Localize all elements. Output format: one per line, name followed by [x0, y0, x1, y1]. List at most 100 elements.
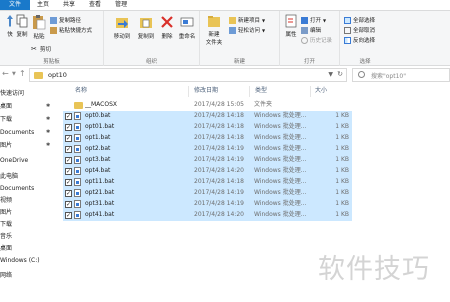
- select-none-button[interactable]: 全部取消: [344, 26, 375, 34]
- file-row[interactable]: ✓ opt1.bat 2017/4/28 14:18 Windows 批处理..…: [63, 133, 352, 144]
- copy-to-button[interactable]: 复制到: [134, 14, 158, 40]
- checkbox[interactable]: ✓: [65, 179, 72, 186]
- file-row[interactable]: ✓ opt31.bat 2017/4/28 14:19 Windows 批处理.…: [63, 199, 352, 210]
- checkbox[interactable]: ✓: [65, 113, 72, 120]
- file-row[interactable]: ✓ opt4.bat 2017/4/28 14:20 Windows 批处理..…: [63, 166, 352, 177]
- new-item-button[interactable]: 新建项目 ▼: [229, 16, 265, 24]
- checkbox[interactable]: ✓: [65, 135, 72, 142]
- copy-button[interactable]: 复制: [14, 14, 30, 38]
- rename-label: 重命名: [178, 34, 196, 40]
- batch-file-icon: [74, 134, 81, 142]
- file-size: 1 KB: [335, 112, 349, 119]
- checkbox[interactable]: ✓: [65, 168, 72, 175]
- up-arrow-icon[interactable]: ↑: [19, 69, 26, 78]
- nav-pictures[interactable]: 图片: [0, 140, 12, 151]
- batch-file-icon: [74, 189, 81, 197]
- refresh-icon[interactable]: ↻: [337, 70, 343, 78]
- select-all-button[interactable]: 全部选择: [344, 16, 375, 24]
- checkbox[interactable]: ✓: [65, 146, 72, 153]
- easy-access-icon: [229, 26, 236, 34]
- file-row[interactable]: ✓ opt41.bat 2017/4/28 14:20 Windows 批处理.…: [63, 210, 352, 221]
- checkbox[interactable]: ✓: [65, 212, 72, 219]
- paste-icon: [32, 14, 46, 30]
- invert-selection-icon: [344, 36, 351, 44]
- nav-windows-c[interactable]: Windows (C:): [0, 255, 40, 266]
- nav-videos[interactable]: 视频: [0, 195, 12, 206]
- nav-pc-pictures[interactable]: 图片: [0, 207, 12, 218]
- tab-home[interactable]: 主页: [30, 0, 56, 10]
- address-dropdown-icon[interactable]: ▼: [328, 71, 333, 78]
- open-button[interactable]: 打开 ▼: [301, 16, 326, 24]
- checkbox[interactable]: ✓: [65, 157, 72, 164]
- nav-onedrive[interactable]: OneDrive: [0, 155, 28, 166]
- copy-to-icon: [139, 14, 153, 30]
- paste-shortcut-label: 粘贴快捷方式: [59, 28, 93, 34]
- address-box[interactable]: opt10 ▼ ↻: [29, 68, 347, 82]
- nav-quick-access[interactable]: 快速访问: [0, 88, 24, 99]
- paste-label: 粘贴: [33, 34, 45, 40]
- edit-label: 编辑: [310, 28, 322, 34]
- tab-share[interactable]: 共享: [56, 0, 82, 10]
- file-date: 2017/4/28 14:18: [194, 178, 244, 185]
- tab-manage[interactable]: 管理: [108, 0, 134, 10]
- file-name: opt11.bat: [85, 178, 115, 185]
- delete-button[interactable]: 删除: [159, 14, 175, 40]
- move-to-button[interactable]: 移动到: [110, 14, 134, 40]
- nav-downloads[interactable]: 下载: [0, 114, 12, 125]
- copy-path-label: 复制路径: [59, 18, 82, 24]
- column-divider[interactable]: [249, 86, 250, 97]
- nav-network[interactable]: 网络: [0, 270, 12, 281]
- tab-file[interactable]: 文件: [0, 0, 31, 10]
- column-header-size[interactable]: 大小: [315, 84, 327, 98]
- file-row[interactable]: ✓ opt01.bat 2017/4/28 14:18 Windows 批处理.…: [63, 122, 352, 133]
- new-folder-button[interactable]: 新建 文件夹: [202, 14, 226, 46]
- batch-file-icon: [74, 156, 81, 164]
- file-row[interactable]: ✓ opt0.bat 2017/4/28 14:18 Windows 批处理..…: [63, 111, 352, 122]
- column-header-date[interactable]: 修改日期: [194, 84, 218, 98]
- batch-file-icon: [74, 123, 81, 131]
- select-all-icon: [344, 16, 351, 24]
- file-row[interactable]: ✓ opt21.bat 2017/4/28 14:19 Windows 批处理.…: [63, 188, 352, 199]
- file-row[interactable]: ✓ opt2.bat 2017/4/28 14:19 Windows 批处理..…: [63, 144, 352, 155]
- properties-button[interactable]: 属性: [283, 14, 299, 38]
- checkbox[interactable]: ✓: [65, 124, 72, 131]
- checkbox[interactable]: ✓: [65, 190, 72, 197]
- tab-view[interactable]: 查看: [82, 0, 108, 10]
- rename-button[interactable]: 重命名: [176, 14, 198, 40]
- cut-button[interactable]: ✂ 剪切: [31, 45, 51, 53]
- copy-path-button[interactable]: 复制路径: [50, 16, 81, 24]
- open-icon: [301, 16, 308, 24]
- column-header-name[interactable]: 名称: [75, 84, 87, 98]
- select-none-icon: [344, 26, 351, 34]
- edit-icon: [301, 26, 308, 34]
- nav-pc-documents[interactable]: Documents: [0, 183, 34, 194]
- file-size: 1 KB: [335, 189, 349, 196]
- history-button[interactable]: 历史记录: [301, 36, 332, 44]
- nav-documents[interactable]: Documents: [0, 127, 34, 138]
- nav-desktop[interactable]: 桌面: [0, 101, 12, 112]
- nav-pc-downloads[interactable]: 下载: [0, 219, 12, 230]
- batch-file-icon: [74, 167, 81, 175]
- checkbox[interactable]: ✓: [65, 201, 72, 208]
- copy-path-icon: [50, 16, 57, 24]
- paste-button[interactable]: 粘贴: [31, 14, 47, 40]
- nav-music[interactable]: 音乐: [0, 231, 12, 242]
- column-divider[interactable]: [188, 86, 189, 97]
- invert-selection-button[interactable]: 反向选择: [344, 36, 375, 44]
- rename-icon: [180, 14, 194, 30]
- open-dropdown-icon: ▼: [323, 17, 327, 23]
- nav-pc-desktop[interactable]: 桌面: [0, 243, 12, 254]
- search-input[interactable]: 搜索"opt10": [352, 68, 450, 82]
- column-divider[interactable]: [310, 86, 311, 97]
- column-header-type[interactable]: 类型: [255, 84, 267, 98]
- breadcrumb[interactable]: opt10: [48, 71, 67, 79]
- nav-this-pc[interactable]: 此电脑: [0, 171, 18, 182]
- edit-button[interactable]: 编辑: [301, 26, 321, 34]
- file-row[interactable]: __MACOSX 2017/4/28 15:05 文件夹: [63, 100, 352, 111]
- easy-access-button[interactable]: 轻松访问 ▼: [229, 26, 265, 34]
- back-arrow-icon[interactable]: ←: [2, 69, 9, 78]
- paste-shortcut-button[interactable]: 粘贴快捷方式: [50, 26, 92, 34]
- file-row[interactable]: ✓ opt11.bat 2017/4/28 14:18 Windows 批处理.…: [63, 177, 352, 188]
- recent-dropdown-icon[interactable]: ▼: [12, 71, 16, 77]
- file-row[interactable]: ✓ opt3.bat 2017/4/28 14:19 Windows 批处理..…: [63, 155, 352, 166]
